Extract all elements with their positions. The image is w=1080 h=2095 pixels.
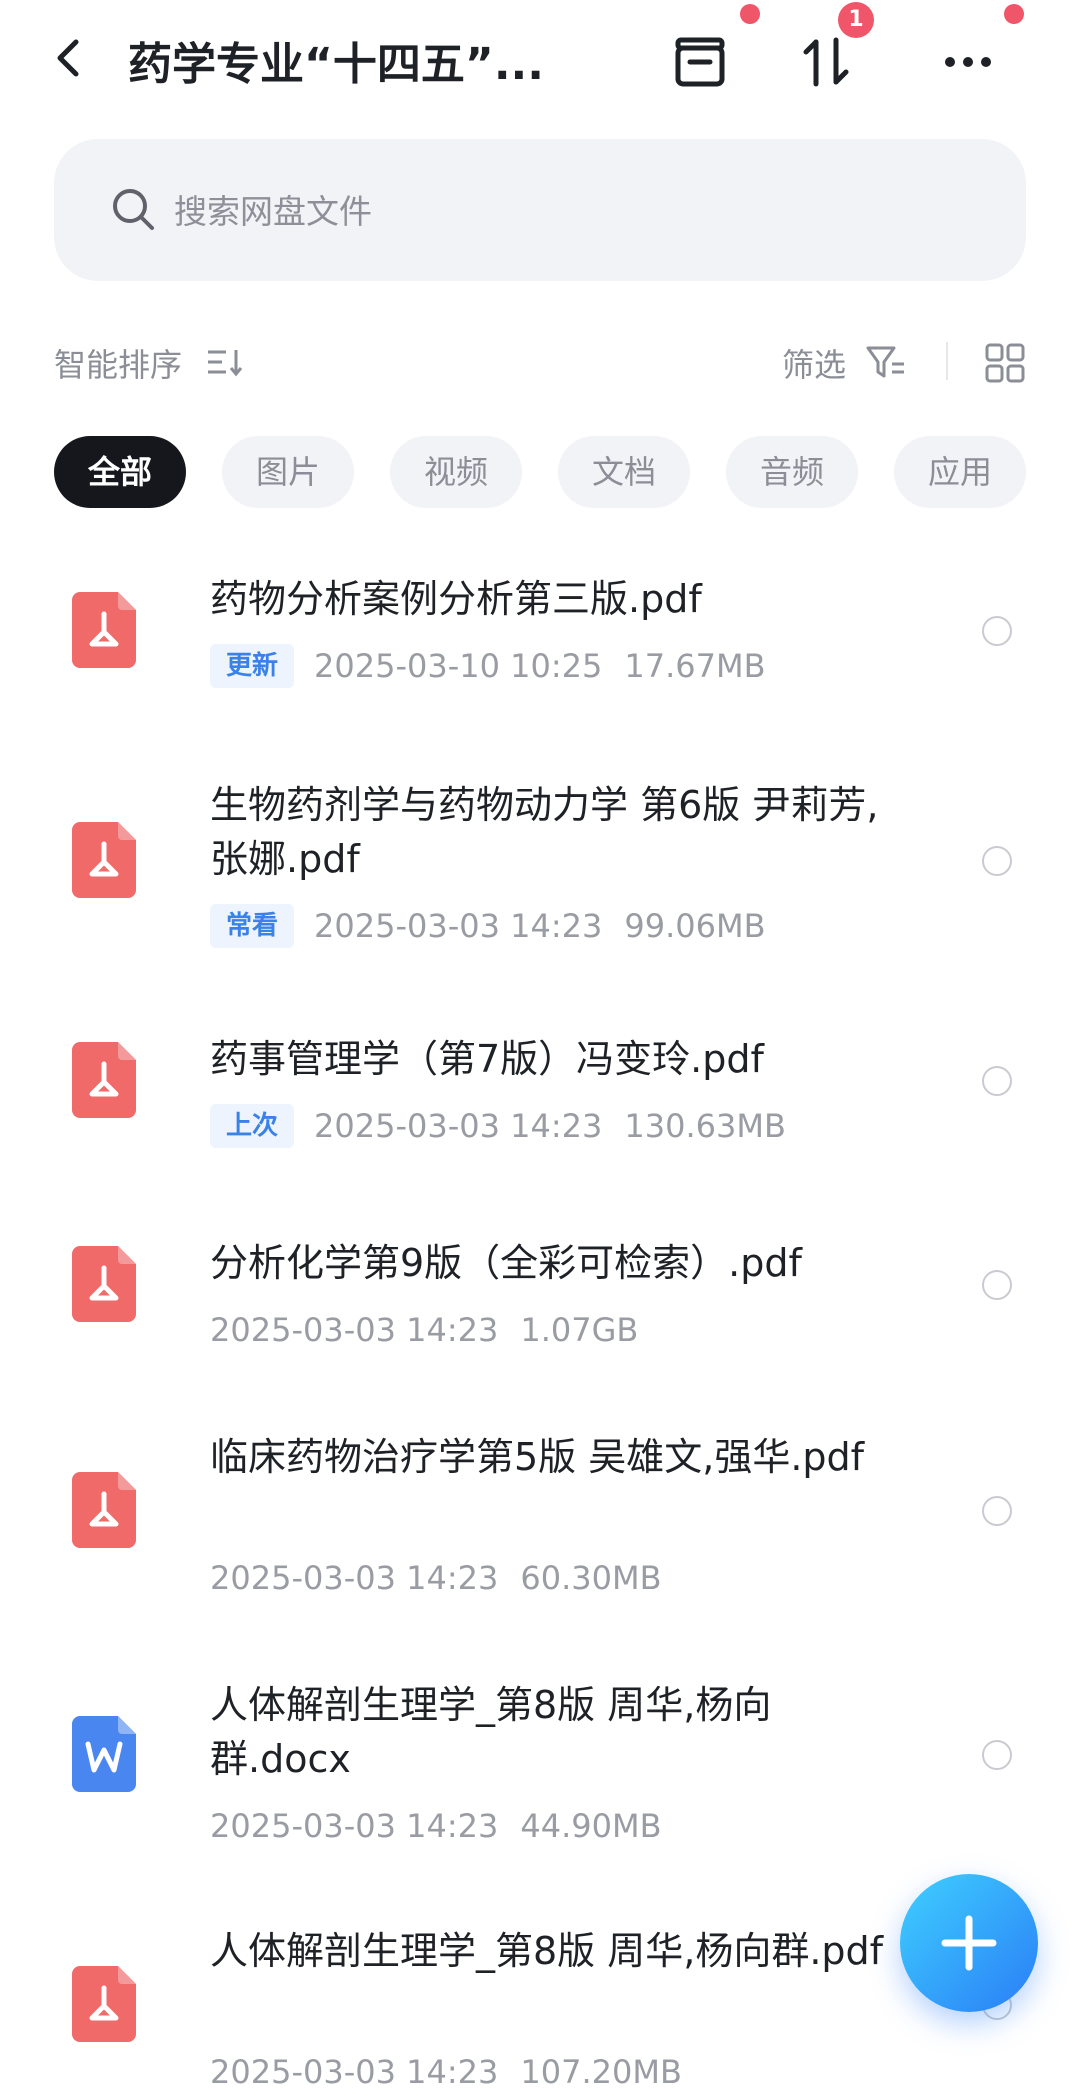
pdf-file-icon xyxy=(72,1472,136,1548)
file-size: 99.06MB xyxy=(624,907,766,945)
file-row[interactable]: 分析化学第9版（全彩可检索）.pdf 2025-03-03 14:23 1.07G… xyxy=(0,1214,1080,1374)
add-button[interactable] xyxy=(900,1874,1038,2012)
file-name: 生物药剂学与药物动力学 第6版 尹莉芳,张娜.pdf xyxy=(210,783,879,881)
file-row[interactable]: 临床药物治疗学第5版 吴雄文,强华.pdf 2025-03-03 14:23 60… xyxy=(0,1420,1080,1620)
file-date: 2025-03-03 14:23 xyxy=(314,907,603,945)
filter-icon[interactable] xyxy=(866,344,906,380)
category-tabs: 全部 图片 视频 文档 音频 应用 xyxy=(0,436,1080,510)
file-meta: 更新 2025-03-10 10:25 17.67MB xyxy=(210,644,766,688)
file-tag: 更新 xyxy=(210,644,295,688)
back-arrow-icon[interactable] xyxy=(48,36,92,80)
file-meta: 2025-03-03 14:23 60.30MB xyxy=(210,1556,662,1600)
tab-audio[interactable]: 音频 xyxy=(726,436,858,508)
file-tag: 常看 xyxy=(210,904,295,948)
more-icon[interactable] xyxy=(936,30,1000,94)
tab-videos[interactable]: 视频 xyxy=(390,436,522,508)
archive-notification-dot xyxy=(740,4,760,24)
select-radio[interactable] xyxy=(982,1270,1012,1300)
file-tag: 上次 xyxy=(210,1104,295,1148)
file-size: 17.67MB xyxy=(624,647,766,685)
more-notification-dot xyxy=(1004,4,1024,24)
transfer-count-badge: 1 xyxy=(838,2,874,38)
sort-button[interactable]: 智能排序 xyxy=(54,340,182,386)
file-date: 2025-03-03 14:23 xyxy=(210,1559,499,1597)
archive-icon[interactable] xyxy=(668,30,732,94)
top-bar: 药学专业“十四五”... 1 xyxy=(0,0,1080,125)
select-radio[interactable] xyxy=(982,1066,1012,1096)
filter-button[interactable]: 筛选 xyxy=(782,340,846,386)
tab-images[interactable]: 图片 xyxy=(222,436,354,508)
file-date: 2025-03-10 10:25 xyxy=(314,647,603,685)
pdf-file-icon xyxy=(72,1042,136,1118)
file-name: 药物分析案例分析第三版.pdf xyxy=(210,577,702,621)
file-name: 人体解剖生理学_第8版 周华,杨向群.pdf xyxy=(210,1929,884,1973)
file-date: 2025-03-03 14:23 xyxy=(210,2053,499,2091)
select-radio[interactable] xyxy=(982,616,1012,646)
tab-apps[interactable]: 应用 xyxy=(894,436,1026,508)
search-icon xyxy=(113,189,154,230)
select-radio[interactable] xyxy=(982,846,1012,876)
sort-icon[interactable] xyxy=(206,344,246,380)
file-name: 分析化学第9版（全彩可检索）.pdf xyxy=(210,1241,802,1285)
file-meta: 2025-03-03 14:23 44.90MB xyxy=(210,1804,662,1848)
file-size: 130.63MB xyxy=(624,1107,786,1145)
page-title: 药学专业“十四五”... xyxy=(128,39,544,90)
file-size: 107.20MB xyxy=(520,2053,682,2091)
toolbar-divider xyxy=(946,342,948,380)
file-size: 1.07GB xyxy=(520,1311,639,1349)
tab-all[interactable]: 全部 xyxy=(54,436,186,508)
file-date: 2025-03-03 14:23 xyxy=(314,1107,603,1145)
file-name: 药事管理学（第7版）冯变玲.pdf xyxy=(210,1037,764,1081)
file-row[interactable]: 药物分析案例分析第三版.pdf 更新 2025-03-10 10:25 17.67M… xyxy=(0,560,1080,720)
select-radio[interactable] xyxy=(982,1496,1012,1526)
file-meta: 2025-03-03 14:23 107.20MB xyxy=(210,2050,682,2094)
pdf-file-icon xyxy=(72,1966,136,2042)
file-row[interactable]: 生物药剂学与药物动力学 第6版 尹莉芳,张娜.pdf 常看 2025-03-03 … xyxy=(0,770,1080,970)
file-row[interactable]: 人体解剖生理学_第8版 周华,杨向群.docx 2025-03-03 14:23… xyxy=(0,1664,1080,1864)
word-file-icon xyxy=(72,1716,136,1792)
file-size: 44.90MB xyxy=(520,1807,662,1845)
select-radio[interactable] xyxy=(982,1740,1012,1770)
file-date: 2025-03-03 14:23 xyxy=(210,1807,499,1845)
pdf-file-icon xyxy=(72,1246,136,1322)
file-size: 60.30MB xyxy=(520,1559,662,1597)
file-meta: 常看 2025-03-03 14:23 99.06MB xyxy=(210,904,766,948)
file-name: 临床药物治疗学第5版 吴雄文,强华.pdf xyxy=(210,1435,865,1479)
grid-view-icon[interactable] xyxy=(984,342,1026,384)
file-row[interactable]: 药事管理学（第7版）冯变玲.pdf 上次 2025-03-03 14:23 130.… xyxy=(0,1010,1080,1170)
pdf-file-icon xyxy=(72,592,136,668)
search-placeholder: 搜索网盘文件 xyxy=(174,192,372,231)
transfer-icon[interactable] xyxy=(796,30,860,94)
sort-filter-row: 智能排序 筛选 xyxy=(0,330,1080,394)
file-meta: 上次 2025-03-03 14:23 130.63MB xyxy=(210,1104,786,1148)
search-bar[interactable]: 搜索网盘文件 xyxy=(54,139,1026,281)
file-meta: 2025-03-03 14:23 1.07GB xyxy=(210,1308,638,1352)
tab-documents[interactable]: 文档 xyxy=(558,436,690,508)
file-name: 人体解剖生理学_第8版 周华,杨向群.docx xyxy=(210,1683,772,1781)
plus-icon xyxy=(941,1915,997,1971)
pdf-file-icon xyxy=(72,822,136,898)
file-date: 2025-03-03 14:23 xyxy=(210,1311,499,1349)
